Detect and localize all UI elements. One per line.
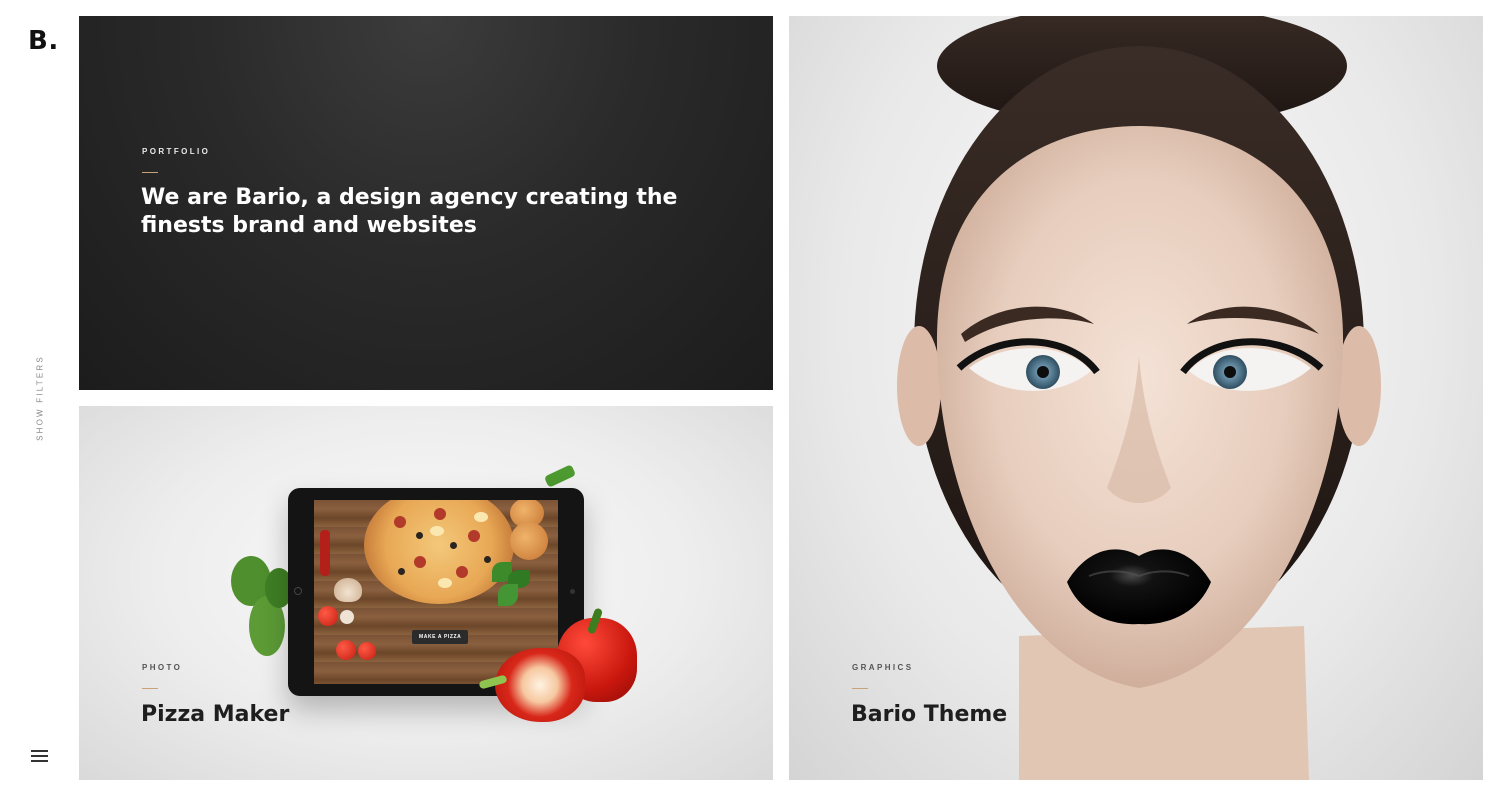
sidebar: B. SHOW FILTERS xyxy=(0,0,79,796)
mushroom xyxy=(334,578,362,602)
olive xyxy=(416,532,423,539)
show-filters-toggle[interactable]: SHOW FILTERS xyxy=(36,355,45,441)
cheese xyxy=(430,526,444,536)
pizza-image xyxy=(364,500,514,604)
make-a-pizza-button[interactable]: MAKE A PIZZA xyxy=(412,630,469,644)
pepperoni xyxy=(434,508,446,520)
menu-line xyxy=(31,750,48,752)
pepperoni xyxy=(456,566,468,578)
olive xyxy=(398,568,405,575)
pizza-divider xyxy=(142,688,158,689)
cherry-tomato xyxy=(318,606,338,626)
pepperoni xyxy=(394,516,406,528)
pepperoni xyxy=(468,530,480,542)
portfolio-item-pizza-maker[interactable]: MAKE A PIZZA PHOTO Pizza Maker xyxy=(79,406,773,780)
intro-category: PORTFOLIO xyxy=(142,147,211,156)
bario-divider xyxy=(852,688,868,689)
portfolio-item-bario-theme[interactable]: GRAPHICS Bario Theme xyxy=(789,16,1483,780)
menu-line xyxy=(31,755,48,757)
cherry-tomato xyxy=(336,640,356,660)
garlic xyxy=(340,610,354,624)
hamburger-menu-icon[interactable] xyxy=(31,749,48,763)
pizza-title[interactable]: Pizza Maker xyxy=(141,702,289,727)
onion xyxy=(510,522,548,560)
pepperoni xyxy=(414,556,426,568)
cherry-tomato xyxy=(358,642,376,660)
menu-line xyxy=(31,760,48,762)
intro-divider xyxy=(142,172,158,173)
tablet-camera xyxy=(294,587,302,595)
olive xyxy=(450,542,457,549)
cheese xyxy=(438,578,452,588)
cheese xyxy=(474,512,488,522)
intro-headline: We are Bario, a design agency creating t… xyxy=(141,185,678,238)
brand-logo[interactable]: B. xyxy=(28,26,59,56)
intro-tile: PORTFOLIO We are Bario, a design agency … xyxy=(79,16,773,390)
tablet-home-button xyxy=(570,589,575,594)
basil-top xyxy=(543,464,577,488)
pizza-category: PHOTO xyxy=(142,663,183,672)
basil-leaf xyxy=(498,584,518,606)
bario-category: GRAPHICS xyxy=(852,663,914,672)
olive xyxy=(484,556,491,563)
bario-title[interactable]: Bario Theme xyxy=(851,702,1007,727)
chili xyxy=(320,530,330,576)
red-pepper-half xyxy=(495,648,585,722)
